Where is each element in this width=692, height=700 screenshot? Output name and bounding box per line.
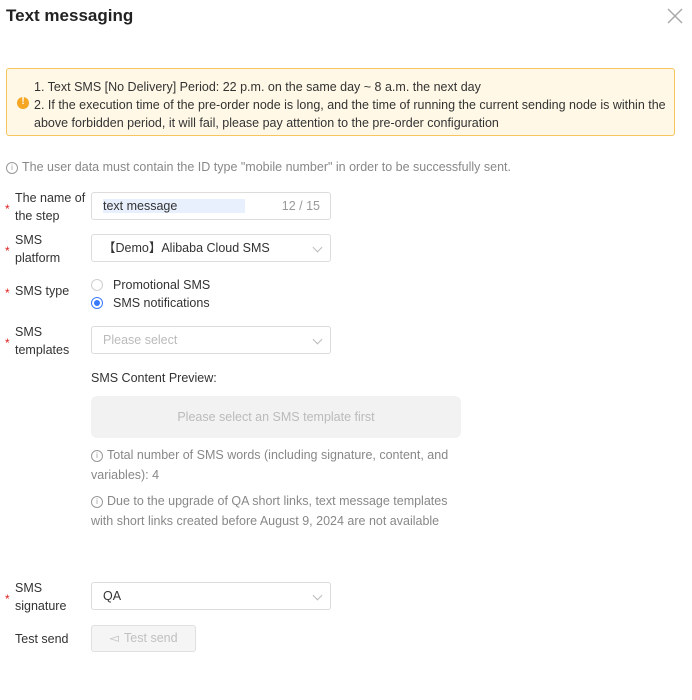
info-icon: i	[91, 496, 103, 508]
sms-type-label: SMS type	[15, 284, 70, 298]
platform-label: SMS platform	[15, 233, 61, 265]
platform-select[interactable]: 【Demo】Alibaba Cloud SMS	[91, 234, 331, 262]
step-name-label: The name of the step	[15, 191, 86, 223]
required-mark: *	[5, 592, 10, 606]
templates-label: SMS templates	[15, 325, 70, 357]
preview-label: SMS Content Preview:	[91, 371, 217, 385]
signature-label: SMS signature	[15, 581, 67, 613]
warning-icon	[17, 96, 29, 109]
templates-select[interactable]: Please select	[91, 326, 331, 354]
alert-line-2: 2. If the execution time of the pre-orde…	[34, 98, 666, 130]
word-count-note: i Total number of SMS words (including si…	[91, 445, 466, 485]
required-mark: *	[5, 244, 10, 258]
close-icon[interactable]	[664, 5, 686, 27]
alert-line-1: 1. Text SMS [No Delivery] Period: 22 p.m…	[34, 80, 481, 94]
templates-placeholder: Please select	[103, 333, 178, 347]
send-icon: ◅	[109, 631, 120, 645]
id-type-note-text: The user data must contain the ID type "…	[22, 160, 511, 174]
platform-value: 【Demo】Alibaba Cloud SMS	[103, 241, 270, 255]
required-mark: *	[5, 286, 10, 300]
radio-label-promotional[interactable]: Promotional SMS	[113, 278, 210, 292]
step-name-input[interactable]: text message 12 / 15	[91, 192, 331, 220]
required-mark: *	[5, 336, 10, 350]
chevron-down-icon	[312, 242, 323, 253]
step-name-counter: 12 / 15	[281, 199, 320, 213]
required-mark: *	[5, 202, 10, 216]
alert-text: 1. Text SMS [No Delivery] Period: 22 p.m…	[34, 78, 666, 132]
id-type-note: i The user data must contain the ID type …	[6, 160, 511, 174]
radio-label-notifications[interactable]: SMS notifications	[113, 296, 210, 310]
test-send-label: Test send	[15, 632, 69, 646]
chevron-down-icon	[312, 334, 323, 345]
chevron-down-icon	[312, 590, 323, 601]
delivery-warning-alert: 1. Text SMS [No Delivery] Period: 22 p.m…	[6, 68, 675, 136]
qa-link-note: i Due to the upgrade of QA short links, t…	[91, 491, 466, 531]
info-icon: i	[91, 450, 103, 462]
sms-content-preview: Please select an SMS template first	[91, 396, 461, 438]
radio-sms-notifications[interactable]	[91, 297, 103, 309]
signature-select[interactable]: QA	[91, 582, 331, 610]
dialog-title: Text messaging	[6, 6, 134, 25]
radio-promotional-sms[interactable]	[91, 279, 103, 291]
test-send-button[interactable]: ◅ Test send	[91, 625, 196, 652]
step-name-value: text message	[103, 199, 246, 213]
info-icon: i	[6, 162, 18, 174]
word-count-text: Total number of SMS words (including sig…	[91, 448, 449, 482]
signature-value: QA	[103, 589, 122, 603]
test-send-button-label: Test send	[124, 631, 178, 645]
qa-link-text: Due to the upgrade of QA short links, te…	[91, 494, 448, 528]
